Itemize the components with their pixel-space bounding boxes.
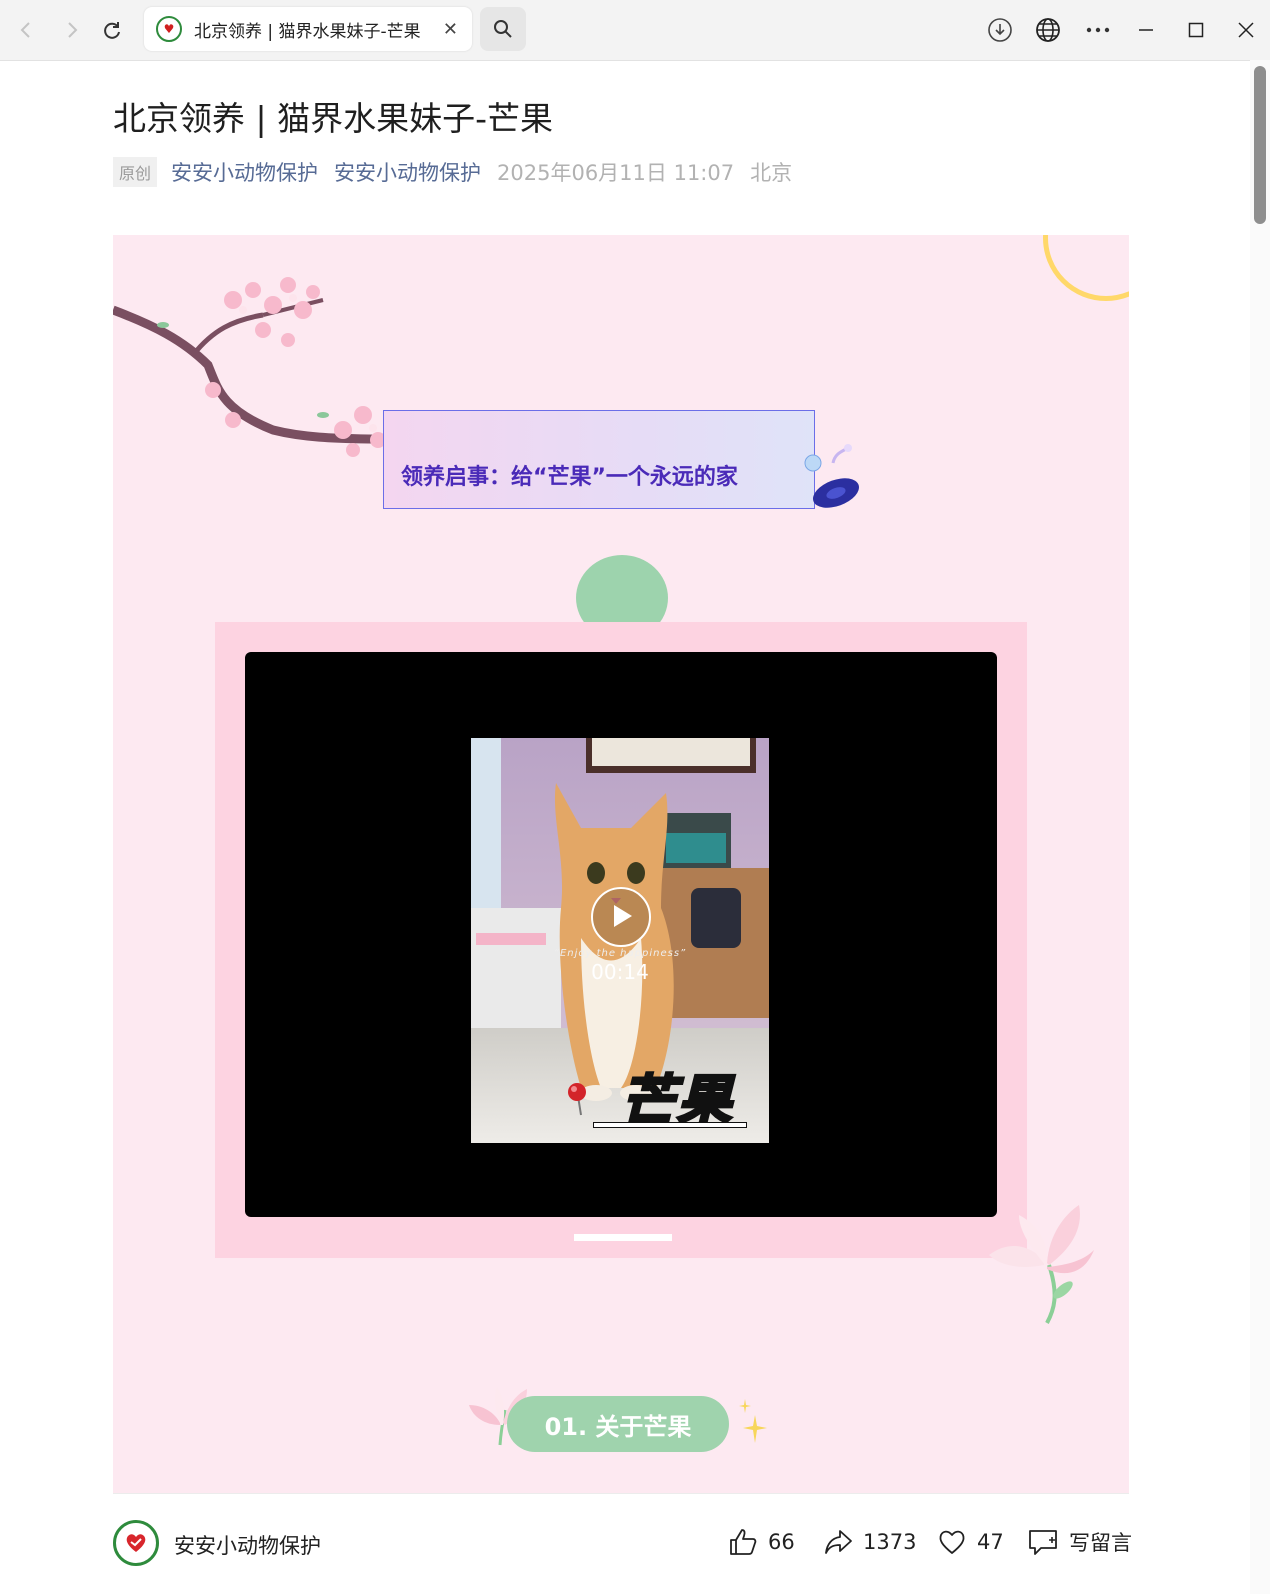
comment-button[interactable]: 写留言 bbox=[1027, 1527, 1132, 1557]
video-thumbnail[interactable]: “Enjoy the happiness” 00:14 芒果 bbox=[471, 738, 769, 1143]
scrollbar-thumb[interactable] bbox=[1254, 66, 1266, 224]
thumbs-up-icon bbox=[730, 1529, 757, 1555]
section-title: 01. 关于芒果 bbox=[507, 1396, 729, 1452]
music-disc-icon bbox=[804, 444, 859, 508]
article-poster: 领养启事：给“芒果”一个永远的家 “Enjoy the happiness” 0… bbox=[113, 235, 1129, 1493]
article-title: 北京领养 | 猫界水果妹子-芒果 bbox=[113, 99, 554, 138]
comment-icon bbox=[1029, 1530, 1057, 1555]
heart-logo-icon bbox=[126, 1534, 146, 1552]
share-icon bbox=[825, 1530, 852, 1554]
site-favicon-icon: ♥ bbox=[156, 16, 182, 42]
video-player[interactable]: “Enjoy the happiness” 00:14 芒果 bbox=[245, 652, 997, 1217]
download-icon[interactable] bbox=[982, 14, 1018, 46]
heart-icon bbox=[939, 1530, 965, 1554]
scrollbar[interactable] bbox=[1250, 60, 1270, 1594]
account-link[interactable]: 安安小动物保护 bbox=[334, 157, 481, 187]
adoption-banner: 领养启事：给“芒果”一个永远的家 bbox=[383, 410, 815, 509]
share-button[interactable]: 1373 bbox=[823, 1527, 916, 1557]
publish-location: 北京 bbox=[750, 161, 793, 185]
footer-account-name[interactable]: 安安小动物保护 bbox=[174, 1530, 321, 1560]
title-underline bbox=[593, 1122, 747, 1128]
like-button[interactable]: 66 bbox=[728, 1527, 795, 1557]
yellow-ring-decoration bbox=[1043, 235, 1129, 301]
video-caption: “Enjoy the happiness” bbox=[553, 948, 687, 959]
frame-indicator-bar bbox=[574, 1234, 672, 1241]
globe-icon[interactable] bbox=[1030, 14, 1066, 46]
sparkle-icon bbox=[739, 1399, 767, 1443]
search-icon[interactable] bbox=[480, 7, 526, 51]
share-count: 1373 bbox=[863, 1530, 917, 1554]
browser-toolbar: ♥ 北京领养 | 猫界水果妹子-芒果 ✕ bbox=[0, 0, 1270, 61]
video-frame: “Enjoy the happiness” 00:14 芒果 bbox=[215, 622, 1027, 1258]
more-icon[interactable] bbox=[1080, 14, 1116, 46]
favorite-button[interactable]: 47 bbox=[937, 1527, 1004, 1557]
close-icon[interactable]: ✕ bbox=[443, 19, 458, 40]
account-avatar[interactable] bbox=[113, 1520, 159, 1566]
window-close-icon[interactable] bbox=[1228, 14, 1264, 46]
banner-text: 领养启事：给“芒果”一个永远的家 bbox=[401, 465, 738, 490]
refresh-icon[interactable] bbox=[96, 14, 128, 46]
article-meta: 原创 安安小动物保护 安安小动物保护 2025年06月11日 11:07 北京 bbox=[113, 157, 808, 187]
like-count: 66 bbox=[768, 1530, 795, 1554]
maximize-icon[interactable] bbox=[1178, 14, 1214, 46]
original-tag: 原创 bbox=[113, 157, 158, 187]
video-duration: 00:14 bbox=[591, 960, 649, 984]
minimize-icon[interactable] bbox=[1128, 14, 1164, 46]
back-icon[interactable] bbox=[10, 14, 42, 46]
comment-label: 写留言 bbox=[1069, 1531, 1132, 1555]
publish-datetime: 2025年06月11日 11:07 bbox=[497, 161, 735, 185]
tab-title: 北京领养 | 猫界水果妹子-芒果 bbox=[194, 21, 421, 42]
play-icon[interactable] bbox=[591, 887, 651, 947]
author-link[interactable]: 安安小动物保护 bbox=[171, 157, 318, 187]
map-pin-icon bbox=[568, 1083, 586, 1116]
lily-flower-icon bbox=[989, 1205, 1094, 1324]
favorite-count: 47 bbox=[977, 1530, 1004, 1554]
browser-tab[interactable]: ♥ 北京领养 | 猫界水果妹子-芒果 ✕ bbox=[144, 7, 472, 51]
forward-icon[interactable] bbox=[56, 14, 88, 46]
article-footer: 安安小动物保护 66 1373 47 写留言 bbox=[113, 1493, 1132, 1595]
